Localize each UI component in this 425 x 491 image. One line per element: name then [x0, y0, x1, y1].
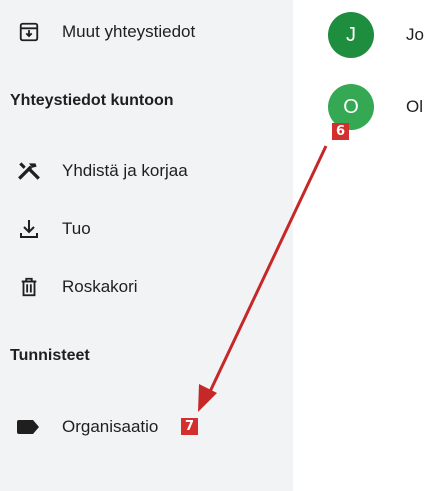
annotation-badge-6: 6: [332, 123, 349, 140]
section-title-fix: Yhteystiedot kuntoon: [10, 92, 174, 109]
contact-name: Jo: [406, 25, 424, 44]
annotation-badge-7: 7: [181, 418, 198, 435]
sidebar-item-label: Organisaatio: [62, 417, 159, 436]
sidebar-item-trash[interactable]: Roskakori: [0, 267, 293, 307]
sidebar-item-merge-fix[interactable]: Yhdistä ja korjaa: [0, 151, 293, 191]
section-title-labels: Tunnisteet: [10, 347, 90, 364]
sidebar-item-other-contacts[interactable]: Muut yhteystiedot: [0, 12, 293, 52]
sidebar-item-label: Yhdistä ja korjaa: [62, 161, 188, 180]
archive-icon: [16, 19, 42, 45]
download-icon: [16, 216, 42, 242]
sidebar-item-label-organisaatio[interactable]: Organisaatio: [0, 407, 293, 447]
sidebar-item-label: Tuo: [62, 219, 91, 238]
label-icon: [16, 414, 42, 440]
sidebar-item-import[interactable]: Tuo: [0, 209, 293, 249]
tools-icon: [16, 158, 42, 184]
sidebar-item-label: Roskakori: [62, 277, 138, 296]
sidebar: Muut yhteystiedot Yhteystiedot kuntoon Y…: [0, 0, 293, 491]
trash-icon: [16, 274, 42, 300]
sidebar-item-label: Muut yhteystiedot: [62, 22, 196, 41]
contact-row[interactable]: J Jo: [328, 12, 425, 62]
avatar: J: [328, 12, 374, 58]
contact-name: Ol: [406, 97, 423, 116]
